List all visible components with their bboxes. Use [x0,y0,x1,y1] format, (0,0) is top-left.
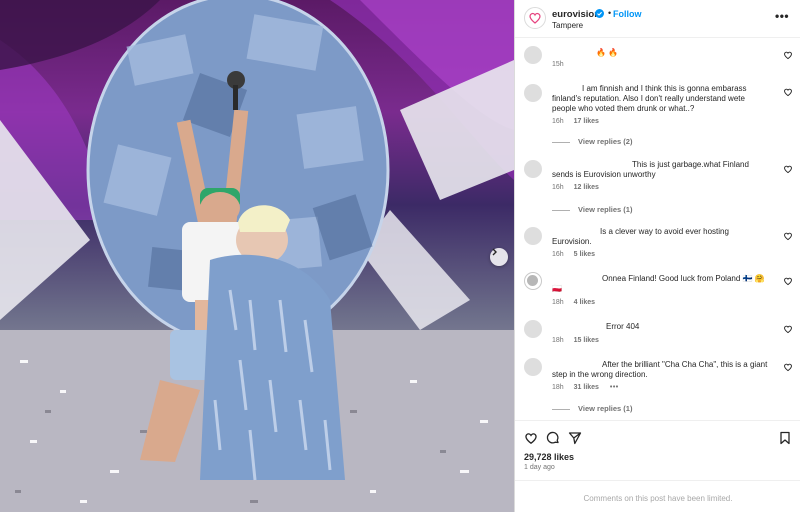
comment-time: 16h [552,184,564,191]
heart-icon[interactable] [524,431,538,445]
heart-icon[interactable] [783,87,793,97]
heart-icon[interactable] [783,164,793,174]
comment-likes[interactable]: 15 likes [574,337,599,344]
comment-time: 18h [552,384,564,391]
view-replies-button[interactable]: View replies (2) [552,137,632,146]
comment-time: 18h [552,299,564,306]
likes-count[interactable]: 29,728 likes [524,452,574,462]
post-photo-illustration [0,0,514,512]
next-image-button[interactable] [490,248,508,266]
comment-text: Is a clever way to avoid ever hosting Eu… [552,227,729,246]
heart-icon[interactable] [783,50,793,60]
comment-time: 15h [552,61,564,68]
comment-meta: 16h 12 likes [552,184,599,191]
comment-time: 18h [552,337,564,344]
comment-avatar[interactable] [524,358,542,376]
comment-meta: 15h [552,61,564,68]
post-side-panel: eurovision • Follow Tampere ••• 🔥 🔥 15h … [514,0,800,512]
post-header: eurovision • Follow Tampere ••• [515,0,800,38]
comment-meta: 16h 5 likes [552,251,595,258]
post-image [0,0,514,512]
comment-text: This is just garbage.what Finland sends … [552,160,749,179]
avatar[interactable] [524,7,546,29]
eurovision-heart-logo-icon [529,12,541,24]
comments-limited-notice: Comments on this post have been limited. [515,480,800,512]
comment-more-button[interactable]: ••• [610,384,619,391]
comment-meta: 18h 31 likes ••• [552,384,619,391]
follow-button[interactable]: Follow [613,9,642,19]
comment-text: Onnea Finland! Good luck from Poland 🇫🇮 … [552,274,765,293]
comment-likes[interactable]: 17 likes [574,118,599,125]
heart-icon[interactable] [783,231,793,241]
comment-likes[interactable]: 12 likes [574,184,599,191]
heart-icon[interactable] [783,362,793,372]
separator-dot: • [608,8,612,18]
verified-badge-icon [595,9,604,18]
location-link[interactable]: Tampere [552,21,583,30]
comment-text: 🔥 🔥 [596,48,619,57]
comment-meta: 18h 4 likes [552,299,595,306]
comment-avatar[interactable] [524,84,542,102]
post-time: 1 day ago [524,464,555,471]
comment-time: 16h [552,251,564,258]
paper-plane-icon[interactable] [568,431,582,445]
comment-meta: 18h 15 likes [552,337,599,344]
chevron-right-icon [492,248,497,256]
comment-avatar[interactable] [524,46,542,64]
bookmark-icon[interactable] [778,431,792,445]
comment-time: 16h [552,118,564,125]
comment-likes[interactable]: 4 likes [574,299,595,306]
comment-bubble-icon[interactable] [546,431,560,445]
comment-avatar[interactable] [524,227,542,245]
comments-list[interactable]: 🔥 🔥 15h I am finnish and I think this is… [515,38,800,420]
comment-text: Error 404 [606,322,640,331]
comment-text: I am finnish and I think this is gonna e… [552,84,747,113]
username[interactable]: eurovision [552,9,600,20]
comment-text: After the brilliant "Cha Cha Cha", this … [552,360,768,379]
comment-avatar[interactable] [524,160,542,178]
comment-avatar-story[interactable] [524,272,542,290]
comment-avatar[interactable] [524,320,542,338]
more-options-button[interactable]: ••• [775,9,789,23]
comment-meta: 16h 17 likes [552,118,599,125]
view-replies-button[interactable]: View replies (1) [552,404,632,413]
comment-likes[interactable]: 31 likes [574,384,599,391]
comment-likes[interactable]: 5 likes [574,251,595,258]
view-replies-button[interactable]: View replies (1) [552,205,632,214]
heart-icon[interactable] [783,324,793,334]
post-actions-bar [515,420,800,454]
heart-icon[interactable] [783,276,793,286]
